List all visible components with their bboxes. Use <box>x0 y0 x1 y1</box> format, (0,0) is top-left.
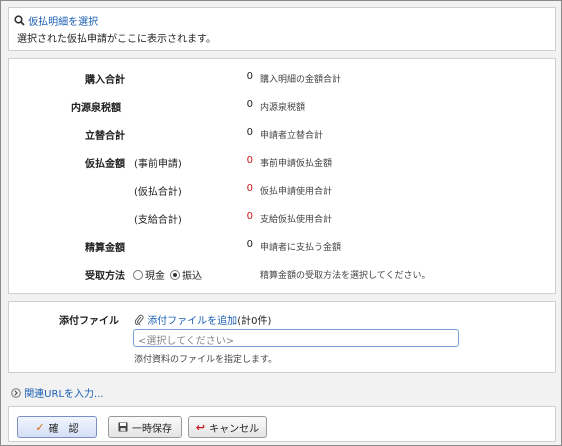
button-bar: ✓ 確 認 一時保存 ↩ キャンセル <box>8 406 556 442</box>
attachment-label: 添付ファイル <box>59 316 119 327</box>
confirm-button-label: 確 認 <box>48 423 79 435</box>
attachment-panel: 添付ファイル 添付ファイルを追加(計0件) <選択してください> 添付資料のファ… <box>8 301 556 373</box>
radio-transfer-icon[interactable] <box>170 270 180 280</box>
receive-transfer-radio[interactable]: 振込 <box>170 267 202 282</box>
row-advance-amount-label: 仮払金額 <box>85 159 125 170</box>
save-draft-button-label: 一時保存 <box>132 423 172 435</box>
floppy-disk-icon <box>118 422 128 432</box>
row-purchase-total-label: 購入合計 <box>85 75 125 86</box>
receive-cash-radio[interactable]: 現金 <box>133 267 165 282</box>
return-arrow-icon: ↩ <box>195 420 206 434</box>
receive-cash-label[interactable]: 現金 <box>145 271 165 282</box>
row-settlement-desc: 申請者に支払う金額 <box>260 243 342 253</box>
check-icon: ✓ <box>35 420 45 434</box>
row-advance-prior-value: 0 <box>246 155 253 166</box>
row-withholding-tax-label: 内源泉税額 <box>71 103 121 114</box>
add-attachment-link[interactable]: 添付ファイルを追加 <box>147 316 237 327</box>
select-message: 選択された仮払申請がここに表示されます。 <box>17 34 216 45</box>
row-paid-total-value: 0 <box>246 211 253 222</box>
row-advance-total-desc: 仮払申請使用合計 <box>260 187 333 197</box>
receive-method-desc: 精算金額の受取方法を選択してください。 <box>260 271 431 281</box>
confirm-button[interactable]: ✓ 確 認 <box>17 416 97 438</box>
paperclip-icon <box>134 314 144 326</box>
amounts-panel: 購入合計 0 購入明細の金額合計 内源泉税額 0 内源泉税額 立替合計 0 申請… <box>8 58 556 294</box>
row-settlement-value: 0 <box>246 239 253 250</box>
search-icon <box>14 15 25 26</box>
row-reimburse-total-value: 0 <box>246 127 253 138</box>
receive-method-label: 受取方法 <box>85 271 125 282</box>
row-advance-total-value: 0 <box>246 183 253 194</box>
attachment-count: (計0件) <box>237 316 272 327</box>
attachment-file-input[interactable]: <選択してください> <box>133 329 459 347</box>
form-frame: 仮払明細を選択 選択された仮払申請がここに表示されます。 購入合計 0 購入明細… <box>0 0 562 446</box>
cancel-button[interactable]: ↩ キャンセル <box>188 416 267 438</box>
row-advance-prior-desc: 事前申請仮払金額 <box>260 159 333 169</box>
cancel-button-label: キャンセル <box>209 423 260 435</box>
related-url-toggle[interactable]: 関連URLを入力... <box>11 385 104 400</box>
row-reimburse-total-label: 立替合計 <box>85 131 125 142</box>
chevron-circle-right-icon <box>11 388 21 398</box>
row-reimburse-total-desc: 申請者立替合計 <box>260 131 324 141</box>
row-purchase-total-desc: 購入明細の金額合計 <box>260 75 342 85</box>
add-attachment[interactable]: 添付ファイルを追加(計0件) <box>134 312 271 327</box>
receive-transfer-label[interactable]: 振込 <box>182 271 202 282</box>
row-paid-total-desc: 支給仮払使用合計 <box>260 215 333 225</box>
row-purchase-total-value: 0 <box>246 71 253 82</box>
related-url-link[interactable]: 関連URLを入力... <box>24 389 103 400</box>
row-withholding-tax-value: 0 <box>246 99 253 110</box>
row-advance-prior-sub: (事前申請) <box>134 159 182 170</box>
advance-select-panel: 仮払明細を選択 選択された仮払申請がここに表示されます。 <box>8 7 556 51</box>
row-withholding-tax-desc: 内源泉税額 <box>260 103 306 113</box>
row-settlement-label: 精算金額 <box>85 243 125 254</box>
select-advance-link-label[interactable]: 仮払明細を選択 <box>28 17 98 28</box>
row-paid-total-sub: (支給合計) <box>134 215 182 226</box>
select-advance-link[interactable]: 仮払明細を選択 <box>14 13 98 28</box>
save-draft-button[interactable]: 一時保存 <box>108 416 182 438</box>
row-advance-total-sub: (仮払合計) <box>134 187 182 198</box>
attachment-help: 添付資料のファイルを指定します。 <box>134 355 278 365</box>
radio-cash-icon[interactable] <box>133 270 143 280</box>
